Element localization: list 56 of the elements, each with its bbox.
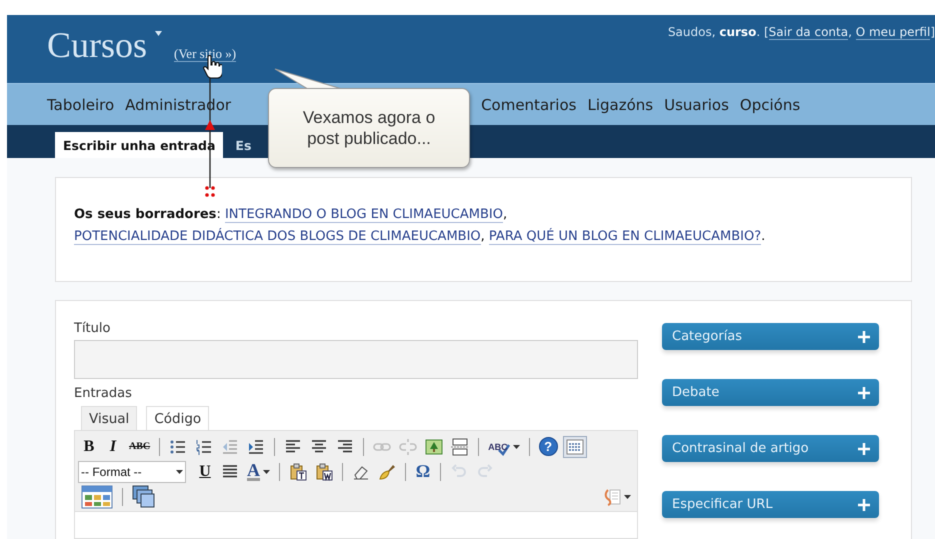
indent-icon bbox=[247, 438, 266, 456]
format-select[interactable]: -- Format -- bbox=[78, 460, 186, 483]
site-title: Cursos bbox=[47, 25, 148, 65]
dropdown-caret-icon[interactable] bbox=[155, 31, 162, 36]
special-character-button[interactable]: Ω bbox=[412, 460, 434, 483]
toolbar-toggle-icon bbox=[566, 438, 584, 456]
paste-text-icon bbox=[289, 462, 307, 481]
strikethrough-button[interactable]: ABC bbox=[126, 436, 154, 458]
sidebar-panel-header[interactable]: Contrasinal de artigo bbox=[662, 435, 879, 462]
unlink-icon bbox=[399, 438, 418, 456]
table-icon bbox=[81, 484, 113, 509]
title-label: Título bbox=[74, 320, 112, 338]
layers-icon bbox=[132, 484, 156, 509]
menu-item[interactable]: Usuarios bbox=[664, 96, 729, 114]
spellcheck-button[interactable]: ABC bbox=[485, 436, 523, 458]
sidebar-panel-header[interactable]: Categorías bbox=[662, 323, 879, 350]
outdent-icon bbox=[221, 438, 240, 456]
subtab[interactable]: Es bbox=[227, 132, 260, 158]
draft-link[interactable]: POTENCIALIDADE DIDÁCTICA DOS BLOGS DE CLIMAEUCAMBIO bbox=[74, 229, 481, 245]
greeting-text: Saudos, curso. [Sair da conta, O meu perfil] bbox=[668, 25, 935, 40]
underline-button[interactable]: U bbox=[194, 460, 216, 483]
expand-icon[interactable] bbox=[858, 442, 870, 454]
editor-tab[interactable]: Visual bbox=[81, 406, 138, 430]
bulleted-list-icon bbox=[169, 438, 188, 456]
caret-icon bbox=[512, 444, 520, 449]
italic-button[interactable]: I bbox=[102, 436, 124, 458]
caret-icon bbox=[176, 470, 183, 474]
caret-icon bbox=[624, 494, 631, 499]
paste-word-icon bbox=[315, 462, 333, 481]
menu-item[interactable]: Taboleiro bbox=[47, 96, 114, 114]
kitchensink-button[interactable] bbox=[562, 436, 587, 458]
callout-tooltip: Vexamos agora o post publicado... bbox=[268, 88, 470, 168]
expand-icon[interactable] bbox=[858, 386, 870, 398]
text-color-button[interactable]: A bbox=[244, 460, 273, 483]
title-input[interactable] bbox=[74, 340, 638, 379]
numbered-list-icon bbox=[195, 438, 214, 456]
menu-item[interactable]: Opcións bbox=[740, 96, 800, 114]
page-break-icon bbox=[451, 438, 470, 456]
expand-icon[interactable] bbox=[858, 498, 870, 510]
sidebar-panel-header[interactable]: Debate bbox=[662, 379, 879, 406]
drafts-text: Os seus borradores: INTEGRANDO O BLOG EN CLIMAEUCAMBIO, POTENCIALIDADE DIDÁCTICA DOS BLOGS DE CLIMAEUCAMBIO, PARA QUÉ UN BLOG EN CLIMAEUCAMBIO?. bbox=[74, 207, 766, 245]
draft-link[interactable]: INTEGRANDO O BLOG EN CLIMAEUCAMBIO bbox=[224, 207, 503, 223]
expand-icon[interactable] bbox=[858, 330, 870, 342]
account-link[interactable]: Sair da conta bbox=[768, 25, 848, 40]
brush-icon bbox=[378, 462, 396, 481]
sidebar-panel-header[interactable]: Especificar URL bbox=[662, 491, 879, 518]
editor-tab[interactable]: Código bbox=[146, 406, 210, 430]
content-label: Entradas bbox=[74, 384, 133, 403]
menu-item[interactable]: Comentarios bbox=[481, 96, 576, 114]
menu-item[interactable]: Ligazóns bbox=[587, 96, 654, 114]
account-link[interactable]: O meu perfil bbox=[856, 25, 930, 40]
draft-link[interactable]: PARA QUÉ UN BLOG EN CLIMAEUCAMBIO? bbox=[488, 229, 762, 245]
caret-icon bbox=[263, 470, 270, 474]
document-icon bbox=[603, 488, 621, 506]
image-icon bbox=[425, 438, 444, 456]
bold-button[interactable]: B bbox=[78, 436, 100, 458]
